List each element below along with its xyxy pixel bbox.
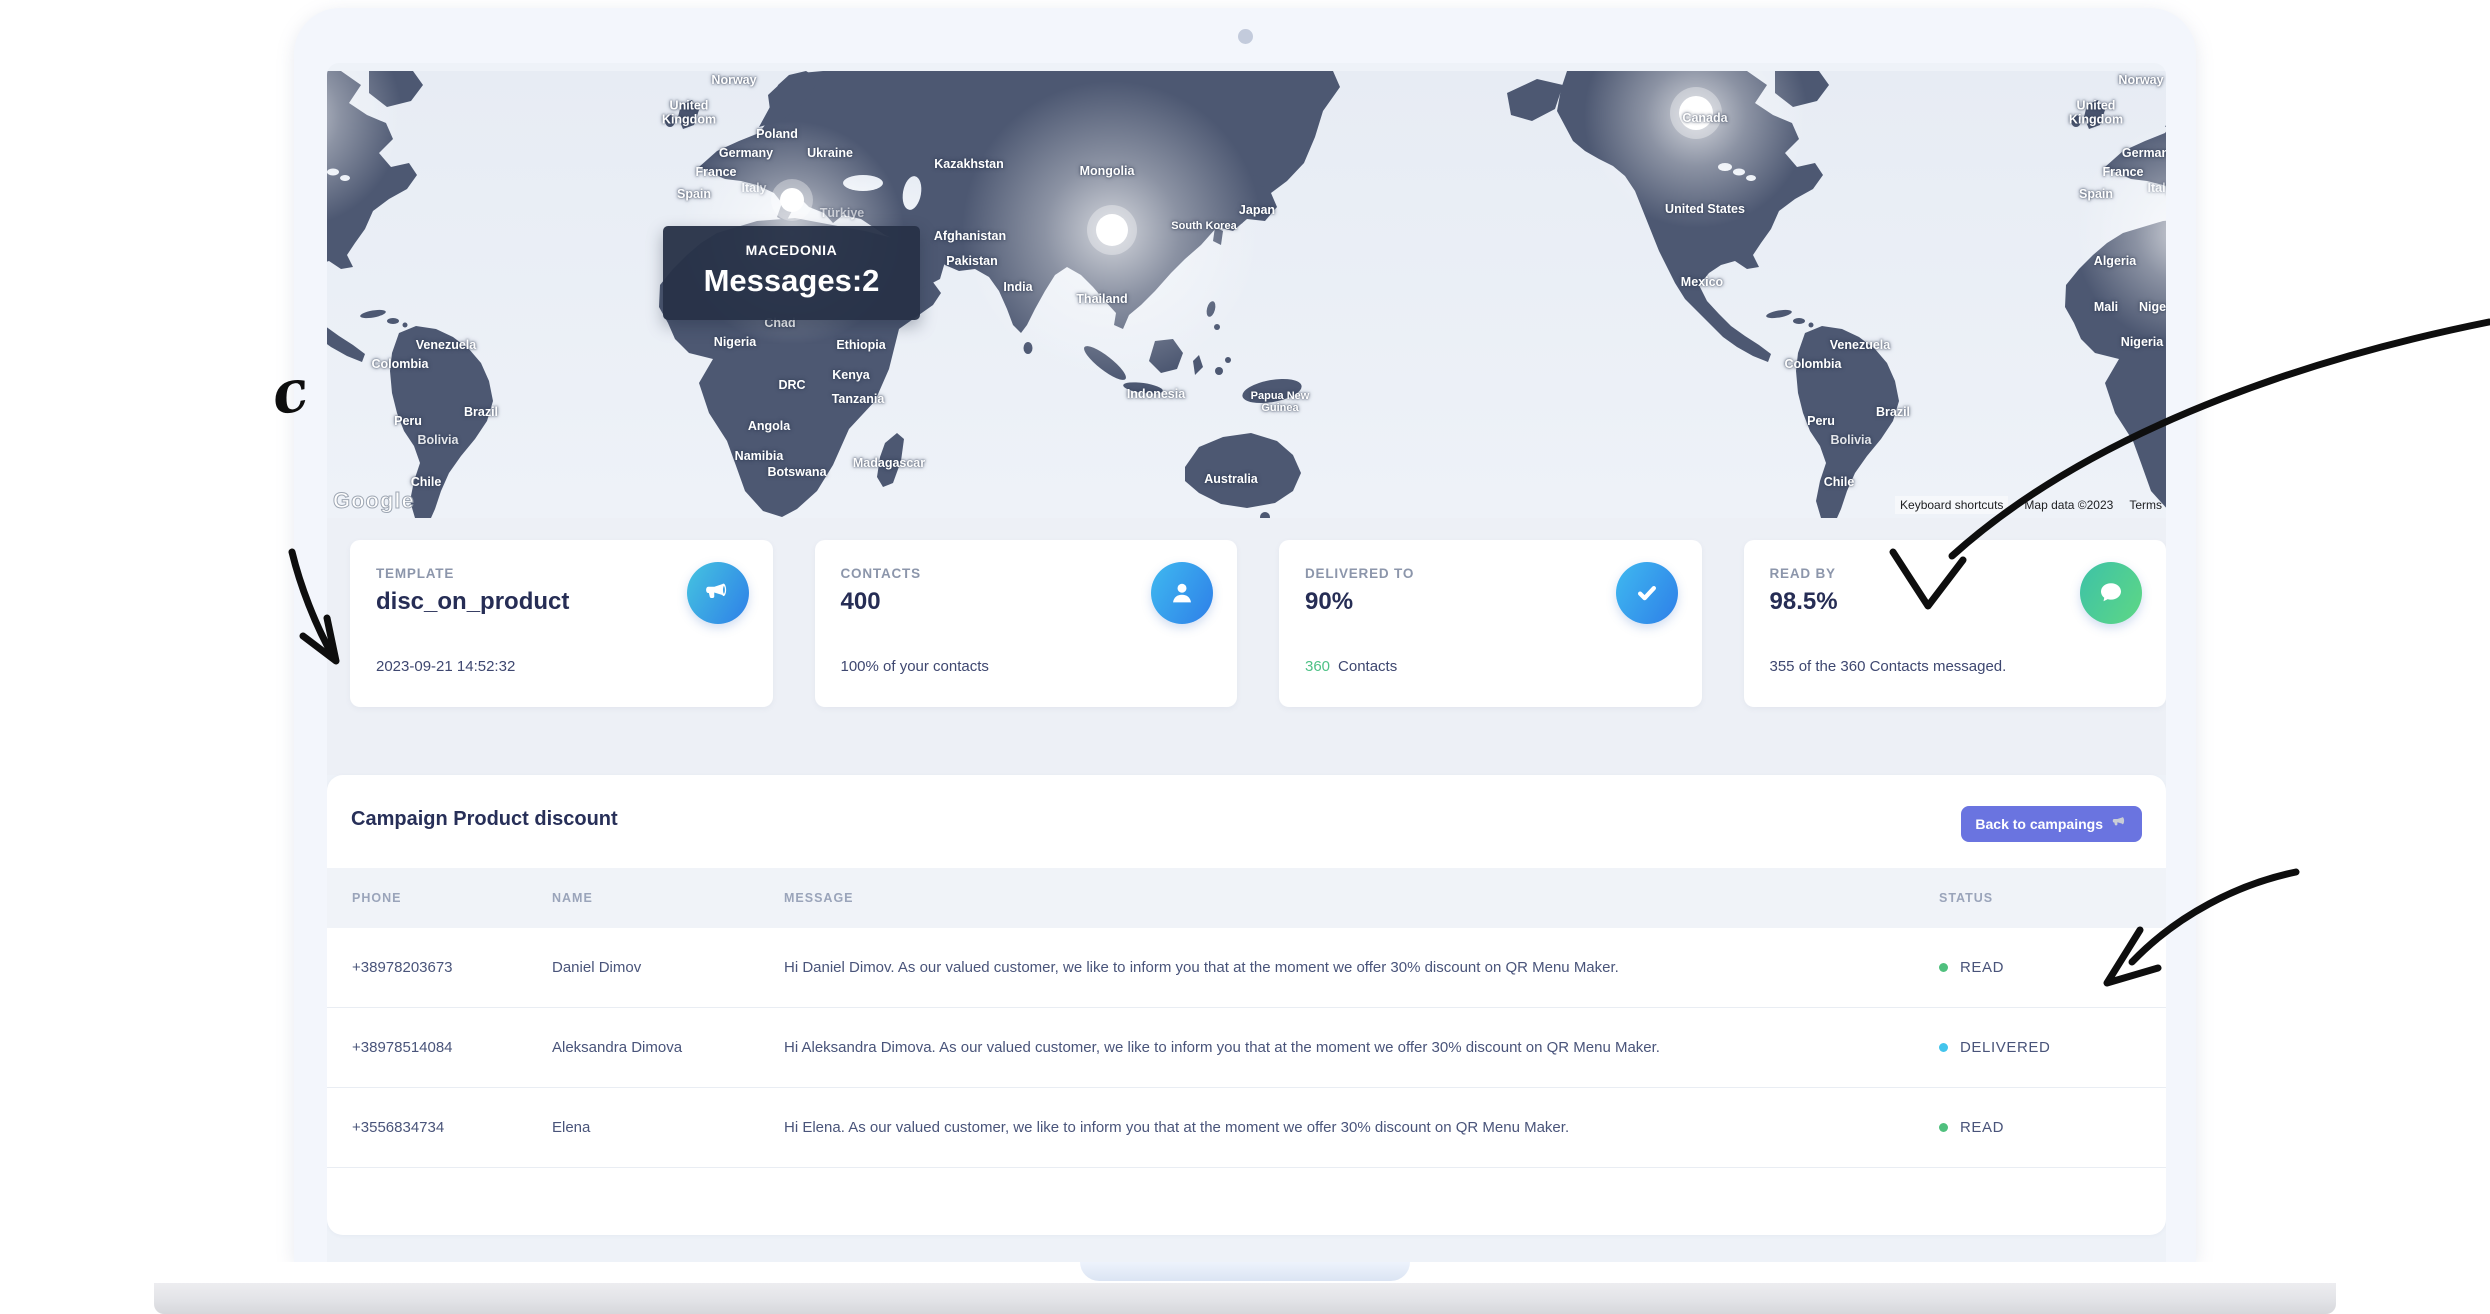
cell-status: READ — [1939, 1119, 2166, 1136]
cell-message: Hi Aleksandra Dimova. As our valued cust… — [784, 1039, 1939, 1056]
stat-card-sub: 360Contacts — [1305, 658, 1397, 675]
campaign-title: Campaign Product discount — [351, 808, 618, 831]
page: VenezuelaColombiaBrazilPeruBoliviaChileN… — [0, 0, 2490, 1314]
user-icon — [1151, 562, 1213, 624]
stat-card-value: disc_on_product — [376, 588, 569, 616]
map-attribution: Keyboard shortcuts Map data ©2023 Terms — [1895, 496, 2162, 514]
keyboard-shortcuts-link[interactable]: Keyboard shortcuts — [1895, 496, 2008, 514]
table-row: +3556834734 Elena Hi Elena. As our value… — [327, 1088, 2166, 1168]
terms-link[interactable]: Terms — [2129, 498, 2162, 512]
column-header-phone: PHONE — [352, 891, 552, 905]
laptop-base-bar — [154, 1283, 2336, 1314]
column-header-status: STATUS — [1939, 891, 2166, 905]
column-header-name: NAME — [552, 891, 784, 905]
megaphone-icon — [687, 562, 749, 624]
stat-card-label: READ BY — [1770, 566, 1836, 581]
table-header-row: PHONE NAME MESSAGE STATUS — [327, 868, 2166, 928]
stat-card-read: READ BY 98.5% 355 of the 360 Contacts me… — [1744, 540, 2167, 707]
cell-phone: +38978514084 — [352, 1039, 552, 1056]
cell-name: Elena — [552, 1119, 784, 1136]
map-tooltip: MACEDONIA Messages:2 — [663, 226, 920, 320]
campaign-panel: Campaign Product discount Back to campai… — [327, 775, 2166, 1235]
cell-message: Hi Elena. As our valued customer, we lik… — [784, 1119, 1939, 1136]
laptop-screen-bezel: VenezuelaColombiaBrazilPeruBoliviaChileN… — [294, 8, 2196, 1262]
delivered-count: 360 — [1305, 658, 1330, 675]
check-icon — [1616, 562, 1678, 624]
stat-card-value: 98.5% — [1770, 588, 1838, 616]
stat-card-delivered: DELIVERED TO 90% 360Contacts — [1279, 540, 1702, 707]
cell-message: Hi Daniel Dimov. As our valued customer,… — [784, 959, 1939, 976]
cell-name: Aleksandra Dimova — [552, 1039, 784, 1056]
stat-card-label: DELIVERED TO — [1305, 566, 1414, 581]
cell-phone: +3556834734 — [352, 1119, 552, 1136]
status-dot — [1939, 1123, 1948, 1132]
map-data-copyright: Map data ©2023 — [2024, 498, 2113, 512]
stat-card-sub: 100% of your contacts — [841, 658, 989, 675]
laptop-base — [154, 1262, 2336, 1314]
status-dot — [1939, 1043, 1948, 1052]
megaphone-emoji-icon — [2111, 814, 2128, 834]
google-logo: Google — [333, 488, 415, 514]
laptop-base-notch — [1080, 1262, 1410, 1281]
column-header-message: MESSAGE — [784, 891, 1939, 905]
table-row: +38978203673 Daniel Dimov Hi Daniel Dimo… — [327, 928, 2166, 1008]
app-screen: VenezuelaColombiaBrazilPeruBoliviaChileN… — [327, 63, 2166, 1262]
back-to-campaigns-button[interactable]: Back to campaings — [1961, 806, 2142, 842]
stat-card-template: TEMPLATE disc_on_product 2023-09-21 14:5… — [350, 540, 773, 707]
stat-card-sub: 2023-09-21 14:52:32 — [376, 658, 515, 675]
status-label: DELIVERED — [1960, 1039, 2050, 1056]
cell-name: Daniel Dimov — [552, 959, 784, 976]
stat-card-value: 90% — [1305, 588, 1353, 616]
cell-status: DELIVERED — [1939, 1039, 2166, 1056]
cell-phone: +38978203673 — [352, 959, 552, 976]
status-label: READ — [1960, 1119, 2004, 1136]
cell-status: READ — [1939, 959, 2166, 976]
table-row: +38978514084 Aleksandra Dimova Hi Aleksa… — [327, 1008, 2166, 1088]
status-dot — [1939, 963, 1948, 972]
stat-card-sub: 355 of the 360 Contacts messaged. — [1770, 658, 2007, 675]
canada-marker[interactable] — [1679, 96, 1713, 130]
world-map-canvas — [327, 71, 2166, 518]
asia-marker[interactable] — [1096, 214, 1128, 246]
chat-icon — [2080, 562, 2142, 624]
status-label: READ — [1960, 959, 2004, 976]
world-map[interactable]: VenezuelaColombiaBrazilPeruBoliviaChileN… — [327, 71, 2166, 518]
stat-card-label: CONTACTS — [841, 566, 921, 581]
macedonia-marker[interactable] — [780, 188, 804, 212]
back-button-label: Back to campaings — [1975, 816, 2103, 832]
map-tooltip-messages: Messages:2 — [663, 263, 920, 299]
stats-section: TEMPLATE disc_on_product 2023-09-21 14:5… — [327, 518, 2166, 775]
map-tooltip-country: MACEDONIA — [663, 242, 920, 258]
laptop-camera-dot — [1238, 29, 1253, 44]
stat-card-contacts: CONTACTS 400 100% of your contacts — [815, 540, 1238, 707]
stat-card-label: TEMPLATE — [376, 566, 454, 581]
stat-card-value: 400 — [841, 588, 881, 616]
